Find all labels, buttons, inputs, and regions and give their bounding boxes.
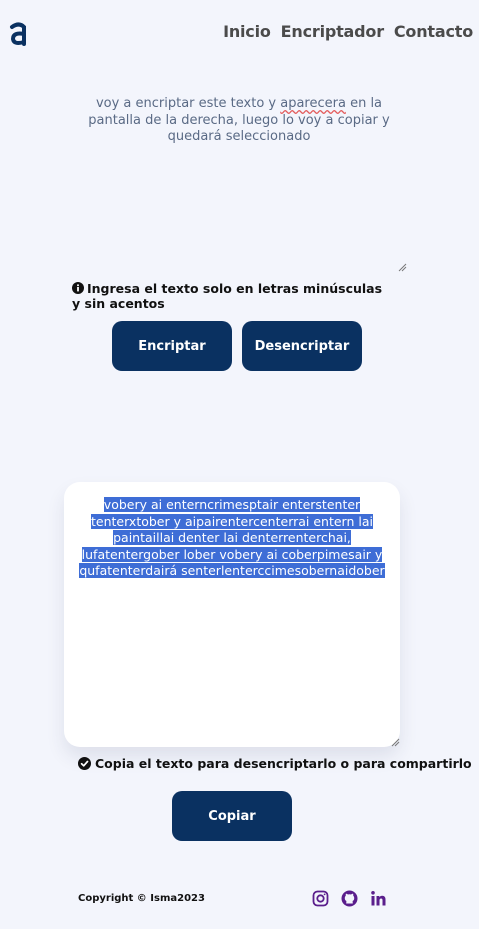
misspelled-word: aparecera [280, 96, 346, 111]
input-instructions: Ingresa el texto solo en letras minúscul… [72, 281, 392, 311]
nav-link-contacto[interactable]: Contacto [394, 22, 473, 41]
input-text-part: voy a encriptar este texto y [95, 96, 281, 111]
copy-instructions: Copia el texto para desencriptarlo o par… [78, 756, 472, 771]
copy-note-text: Copia el texto para desencriptarlo o par… [95, 756, 472, 771]
output-line: paintaillai denter lai denterrenterchai, [113, 530, 351, 545]
github-icon[interactable] [341, 890, 358, 907]
input-text[interactable]: voy a encriptar este texto y aparecera e… [72, 96, 406, 146]
linkedin-icon[interactable] [370, 890, 387, 907]
resize-handle-icon[interactable] [390, 737, 400, 747]
nav-link-encriptador[interactable]: Encriptador [281, 22, 384, 41]
encrypt-button[interactable]: Encriptar [112, 321, 232, 371]
check-circle-icon [78, 757, 91, 770]
copy-button[interactable]: Copiar [172, 791, 292, 841]
output-line: lufatentergober lober vobery ai coberpim… [81, 546, 383, 562]
output-line: vobery ai enterncrimesptair enterstenter [103, 497, 361, 512]
output-text[interactable]: vobery ai enterncrimesptair enterstenter… [78, 497, 386, 580]
output-line: qufatenterdairá senterlenterccimesoberna… [79, 563, 385, 578]
resize-handle-icon[interactable] [397, 262, 407, 272]
decrypt-button[interactable]: Desencriptar [242, 321, 362, 371]
copyright-text: Copyright © Isma2023 [78, 893, 205, 904]
note-text: Ingresa el texto solo en letras minúscul… [72, 281, 383, 311]
info-icon [72, 282, 84, 294]
a-logo-icon[interactable] [8, 18, 30, 48]
instagram-icon[interactable] [312, 890, 329, 907]
output-line: tenterxtober y aipairentercenterrai ente… [91, 513, 373, 529]
social-links [312, 890, 387, 907]
nav-link-inicio[interactable]: Inicio [223, 22, 271, 41]
main-nav: Inicio Encriptador Contacto [223, 22, 473, 41]
